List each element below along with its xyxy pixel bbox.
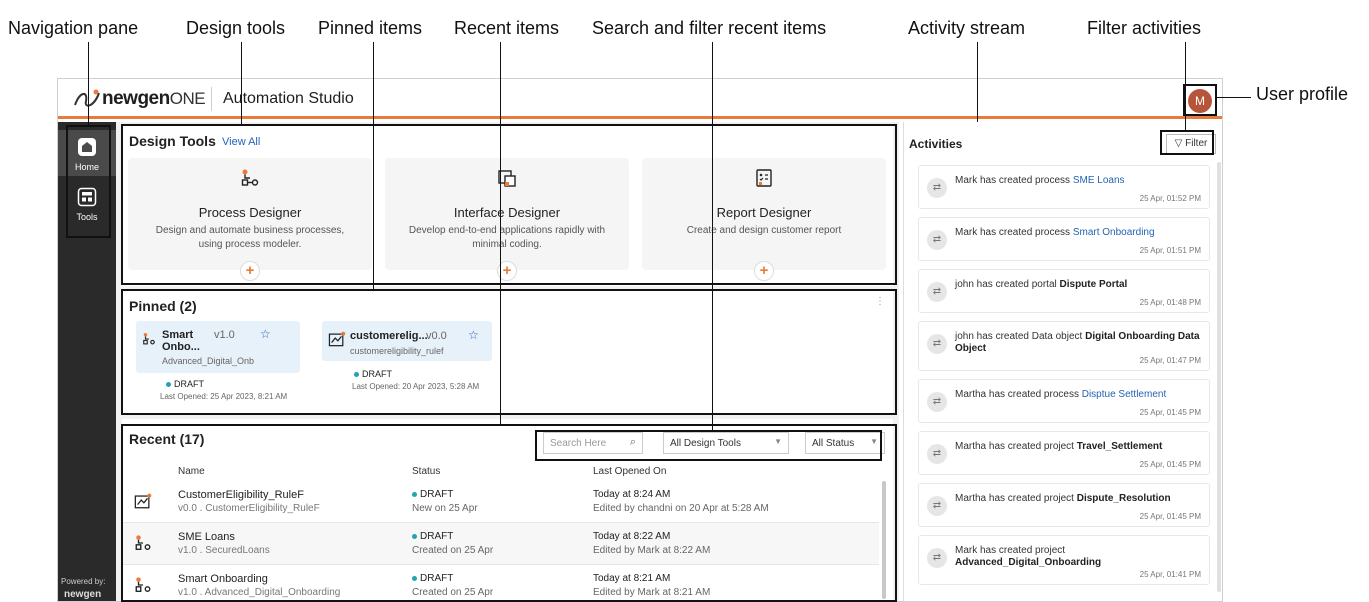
- activity-icon: ⇄: [927, 392, 947, 412]
- activity-icon: ⇄: [927, 548, 947, 568]
- callout-recent-items: Recent items: [454, 18, 560, 38]
- highlight-navigation: [66, 125, 111, 238]
- activity-prefix: Mark has created process: [955, 227, 1073, 238]
- activity-item[interactable]: ⇄ Mark has created process SME Loans 25 Ap…: [918, 165, 1210, 209]
- divider: [211, 87, 212, 111]
- activity-prefix: Mark has created process: [955, 175, 1073, 186]
- activity-text: Martha has created process Disptue Settl…: [955, 389, 1205, 401]
- callout-line: [1185, 42, 1186, 130]
- activity-time: 25 Apr, 01:51 PM: [1139, 246, 1201, 255]
- activity-prefix: Martha has created process: [955, 389, 1082, 400]
- activity-time: 25 Apr, 01:47 PM: [1139, 356, 1201, 365]
- activity-text: Mark has created process Smart Onboardin…: [955, 227, 1205, 239]
- activity-target-link[interactable]: Disptue Settlement: [1082, 389, 1167, 400]
- activity-target-link: Travel_Settlement: [1076, 441, 1163, 452]
- callout-navigation-pane: Navigation pane: [8, 18, 139, 38]
- callout-line: [241, 42, 242, 124]
- activity-icon: ⇄: [927, 444, 947, 464]
- top-bar: newgenONE Automation Studio M: [58, 79, 1222, 119]
- activity-text: john has created portal Dispute Portal: [955, 279, 1205, 291]
- callout-user-profile: User profile: [1256, 84, 1349, 104]
- activity-prefix: Martha has created project: [955, 493, 1077, 504]
- activity-target-link[interactable]: SME Loans: [1073, 175, 1125, 186]
- activity-time: 25 Apr, 01:48 PM: [1139, 298, 1201, 307]
- callout-line: [977, 42, 978, 122]
- activity-item[interactable]: ⇄ Martha has created process Disptue Sett…: [918, 379, 1210, 423]
- highlight-pinned: [121, 289, 897, 415]
- highlight-user-profile: [1183, 84, 1217, 116]
- activity-target-link[interactable]: Smart Onboarding: [1073, 227, 1155, 238]
- activities-title: Activities: [909, 137, 963, 151]
- callout-activity-stream: Activity stream: [908, 18, 1026, 38]
- powered-by-logo: newgen: [64, 589, 102, 600]
- callout-search-filter: Search and filter recent items: [592, 18, 827, 38]
- activity-icon: ⇄: [927, 230, 947, 250]
- activity-time: 25 Apr, 01:52 PM: [1139, 194, 1201, 203]
- activity-time: 25 Apr, 01:45 PM: [1139, 512, 1201, 521]
- activity-time: 25 Apr, 01:45 PM: [1139, 460, 1201, 469]
- activity-text: Mark has created project Advanced_Digita…: [955, 545, 1205, 569]
- activity-icon: ⇄: [927, 334, 947, 354]
- activity-text: john has created Data object Digital Onb…: [955, 331, 1205, 355]
- activity-text: Martha has created project Dispute_Resol…: [955, 493, 1205, 505]
- activity-time: 25 Apr, 01:41 PM: [1139, 570, 1201, 579]
- activity-prefix: Martha has created project: [955, 441, 1077, 452]
- activity-prefix: Mark has created project: [955, 545, 1066, 556]
- callout-filter-activities: Filter activities: [1087, 18, 1202, 38]
- activity-icon: ⇄: [927, 496, 947, 516]
- highlight-filter-activities: [1160, 130, 1214, 155]
- callout-line: [500, 42, 501, 424]
- activity-prefix: john has created portal: [955, 279, 1060, 290]
- callout-line: [1217, 97, 1251, 98]
- activity-item[interactable]: ⇄ Mark has created project Advanced_Digit…: [918, 535, 1210, 585]
- activity-item[interactable]: ⇄ Martha has created project Dispute_Reso…: [918, 483, 1210, 527]
- activity-prefix: john has created Data object: [955, 331, 1086, 342]
- callout-line: [373, 42, 374, 289]
- brand-main: newgen: [102, 88, 170, 109]
- activity-item[interactable]: ⇄ Mark has created process Smart Onboardi…: [918, 217, 1210, 261]
- callout-line: [88, 42, 89, 125]
- callout-line: [712, 42, 713, 430]
- activity-item[interactable]: ⇄ john has created Data object Digital On…: [918, 321, 1210, 371]
- highlight-search-filter: [535, 430, 882, 461]
- activity-item[interactable]: ⇄ john has created portal Dispute Portal 2…: [918, 269, 1210, 313]
- activity-target-link: Dispute Portal: [1059, 279, 1128, 290]
- highlight-design-tools: [121, 124, 897, 285]
- activity-item[interactable]: ⇄ Martha has created project Travel_Settl…: [918, 431, 1210, 475]
- activity-text: Mark has created process SME Loans: [955, 175, 1205, 187]
- activity-icon: ⇄: [927, 282, 947, 302]
- callout-pinned-items: Pinned items: [318, 18, 423, 38]
- activity-time: 25 Apr, 01:45 PM: [1139, 408, 1201, 417]
- activity-stream: Activities ▽ Filter ⇄ Mark has created pr…: [903, 122, 1221, 601]
- activity-scrollbar[interactable]: [1217, 162, 1221, 592]
- powered-by-label: Powered by:: [61, 577, 106, 586]
- activity-icon: ⇄: [927, 178, 947, 198]
- newgen-logo-icon: [74, 89, 100, 107]
- activity-text: Martha has created project Travel_Settle…: [955, 441, 1205, 453]
- activity-target-link: Dispute_Resolution: [1076, 493, 1171, 504]
- app-title: Automation Studio: [223, 90, 354, 107]
- callout-design-tools: Design tools: [186, 18, 286, 38]
- brand-suffix: ONE: [169, 89, 206, 108]
- brand-logo[interactable]: newgenONE: [102, 88, 206, 110]
- activity-target-link: Advanced_Digital_Onboarding: [955, 557, 1102, 568]
- annotated-screenshot: Navigation pane Design tools Pinned item…: [0, 0, 1369, 602]
